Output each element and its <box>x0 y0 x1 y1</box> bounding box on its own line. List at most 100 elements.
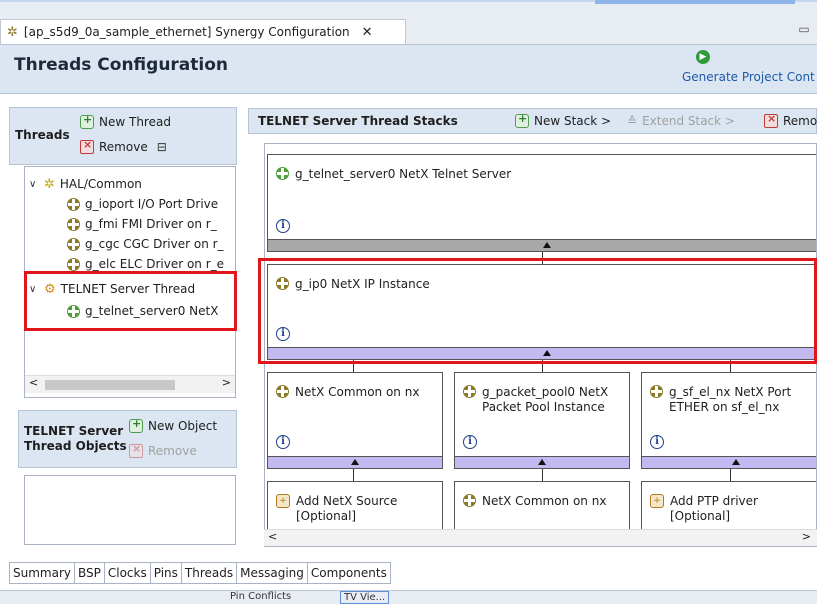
remove-thread-button[interactable]: Remove ⊟ <box>80 138 167 154</box>
tab-threads[interactable]: Threads <box>180 562 237 584</box>
remove-object-button[interactable]: Remove <box>129 442 197 458</box>
tree-item-label: g_elc ELC Driver on r_e <box>85 257 225 271</box>
info-icon[interactable]: i <box>463 435 477 449</box>
scroll-right-icon[interactable]: > <box>222 376 231 389</box>
scroll-right-icon[interactable]: > <box>802 530 811 543</box>
extend-stack-button[interactable]: ≙ Extend Stack > <box>627 114 735 128</box>
tree-item-label: g_ioport I/O Port Drive <box>85 197 219 211</box>
scroll-left-icon[interactable]: < <box>268 530 277 543</box>
stack-card-telnet-server[interactable]: g_telnet_server0 NetX Telnet Server i <box>267 154 816 252</box>
extend-stack-label: Extend Stack > <box>642 114 735 128</box>
card-label: g_telnet_server0 NetX Telnet Server <box>295 167 512 181</box>
page-header: Threads Configuration ▶ Generate Project… <box>0 44 817 94</box>
collapse-arrow-icon[interactable] <box>538 459 546 465</box>
editor-tab-title: [ap_s5d9_0a_sample_ethernet] Synergy Con… <box>23 25 350 39</box>
tab-pins[interactable]: Pins <box>149 562 181 584</box>
new-object-label: New Object <box>148 419 218 433</box>
highlight-box-ip-instance <box>258 258 817 364</box>
remove-thread-label: Remove <box>99 140 148 154</box>
bottom-view-strip: Pin Conflicts TV Vie... <box>0 590 817 604</box>
module-icon <box>276 385 289 398</box>
tree-item-label: HAL/Common <box>59 177 142 191</box>
thread-objects-label-line2: Thread Objects <box>24 439 127 453</box>
highlight-box-thread <box>24 271 237 331</box>
info-icon[interactable]: i <box>650 435 664 449</box>
add-optional-icon: + <box>276 494 290 508</box>
connector-line <box>353 469 354 481</box>
tv-view-tab[interactable]: TV Vie... <box>340 591 390 604</box>
tree-item-fmi[interactable]: g_fmi FMI Driver on r_ <box>67 215 217 233</box>
tabbar-accent-active <box>595 0 795 4</box>
info-icon[interactable]: i <box>276 435 290 449</box>
new-stack-label: New Stack > <box>534 114 612 128</box>
page-title: Threads Configuration <box>14 55 229 75</box>
pin-conflicts-tab[interactable]: Pin Conflicts <box>230 591 291 602</box>
info-icon[interactable]: i <box>276 219 290 233</box>
card-label-line2: Packet Pool Instance <box>482 400 605 414</box>
module-icon <box>463 494 476 507</box>
remove-object-label: Remove <box>148 444 197 458</box>
editor-tabbar: ✲ [ap_s5d9_0a_sample_ethernet] Synergy C… <box>0 0 817 44</box>
new-stack-button[interactable]: New Stack > <box>515 112 612 128</box>
close-icon[interactable]: ✕ <box>362 25 373 40</box>
tree-item-hal-common[interactable]: ∨ ✲ HAL/Common <box>29 175 142 193</box>
tab-messaging[interactable]: Messaging <box>236 562 307 584</box>
new-thread-button[interactable]: New Thread <box>80 113 171 129</box>
module-icon <box>67 217 80 231</box>
new-object-icon <box>129 417 143 433</box>
tree-item-label: g_cgc CGC Driver on r_ <box>85 237 224 251</box>
card-bar <box>268 239 816 251</box>
scroll-left-icon[interactable]: < <box>29 376 38 389</box>
thread-objects-label-line1: TELNET Server <box>24 424 124 438</box>
thread-objects-header: TELNET Server Thread Objects New Object … <box>18 410 237 468</box>
editor-tab[interactable]: ✲ [ap_s5d9_0a_sample_ethernet] Synergy C… <box>0 19 406 44</box>
remove-icon <box>80 138 94 154</box>
module-icon <box>67 257 80 271</box>
threads-label: Threads <box>15 128 70 142</box>
module-icon <box>67 237 80 251</box>
tab-summary[interactable]: Summary <box>9 562 74 584</box>
stacks-header: TELNET Server Thread Stacks New Stack > … <box>248 108 817 134</box>
threads-section-header: Threads New Thread Remove ⊟ <box>9 107 237 165</box>
new-object-button[interactable]: New Object <box>129 417 218 433</box>
gear-icon: ✲ <box>7 24 18 40</box>
tab-components[interactable]: Components <box>306 562 391 584</box>
collapse-all-icon[interactable]: ⊟ <box>157 140 167 154</box>
card-bar <box>455 456 629 468</box>
module-icon <box>276 167 289 180</box>
stack-card-packet-pool[interactable]: g_packet_pool0 NetX Packet Pool Instance … <box>454 372 630 469</box>
tree-item-cgc[interactable]: g_cgc CGC Driver on r_ <box>67 235 224 253</box>
connector-line <box>542 469 543 481</box>
minimize-icon[interactable]: ▭ <box>797 22 811 36</box>
canvas-horizontal-scrollbar[interactable]: < > <box>264 529 817 546</box>
thread-objects-list[interactable] <box>24 475 236 545</box>
tab-clocks[interactable]: Clocks <box>103 562 150 584</box>
card-label-line1: g_sf_el_nx NetX Port <box>669 385 792 399</box>
generate-icon[interactable]: ▶ <box>696 50 710 64</box>
remove-stack-label: Remo <box>783 114 817 128</box>
tree-horizontal-scrollbar[interactable]: < > <box>25 375 235 393</box>
tree-item-ioport[interactable]: g_ioport I/O Port Drive <box>67 195 218 213</box>
card-label-line2: [Optional] <box>296 509 357 523</box>
tab-bsp[interactable]: BSP <box>74 562 104 584</box>
card-label: NetX Common on nx <box>482 494 607 508</box>
card-bar <box>642 456 816 468</box>
collapse-arrow-icon[interactable] <box>543 242 551 248</box>
stack-card-sf-el-nx[interactable]: g_sf_el_nx NetX Port ETHER on sf_el_nx i <box>641 372 816 469</box>
stack-card-netx-common[interactable]: NetX Common on nx i <box>267 372 443 469</box>
card-label: NetX Common on nx <box>295 385 420 399</box>
card-label-line1: Add NetX Source <box>296 494 398 508</box>
scrollbar-thumb[interactable] <box>45 380 175 390</box>
extend-stack-icon: ≙ <box>627 114 638 128</box>
connector-line <box>730 469 731 481</box>
card-label-line1: g_packet_pool0 NetX <box>482 385 609 399</box>
card-label-line2: [Optional] <box>670 509 731 523</box>
remove-icon <box>764 112 778 128</box>
card-bar <box>268 456 442 468</box>
collapse-arrow-icon[interactable] <box>351 459 359 465</box>
remove-stack-button[interactable]: Remo <box>764 112 817 128</box>
collapse-arrow-icon[interactable] <box>732 459 740 465</box>
chevron-down-icon[interactable]: ∨ <box>29 179 39 190</box>
module-icon <box>67 197 80 211</box>
generate-project-content-link[interactable]: Generate Project Cont <box>682 70 815 84</box>
